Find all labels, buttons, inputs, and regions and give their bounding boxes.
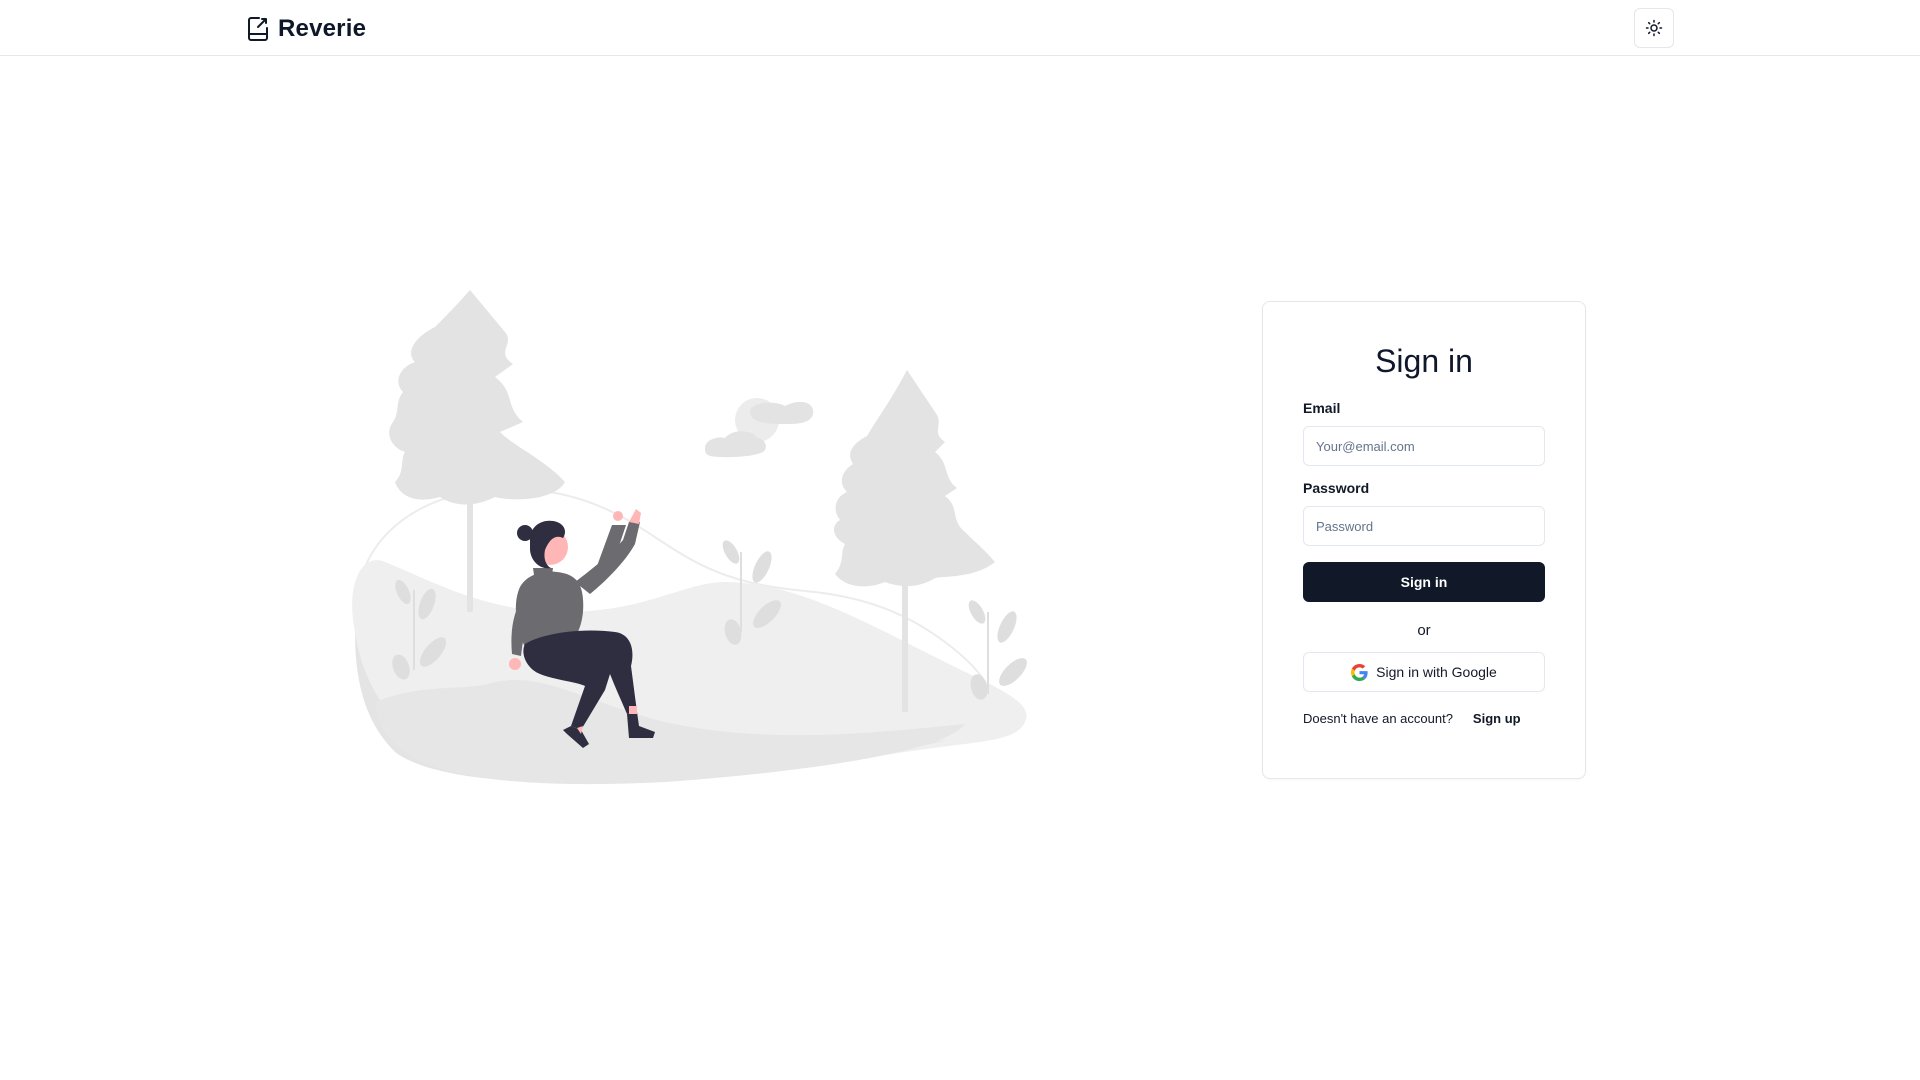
- signup-link[interactable]: Sign up: [1473, 711, 1521, 727]
- brand-logo-link[interactable]: Reverie: [246, 14, 366, 44]
- google-signin-button[interactable]: Sign in with Google: [1303, 652, 1545, 692]
- top-bar: Reverie: [0, 0, 1920, 56]
- signin-card: Sign in Email Password Sign in or Sign i…: [1262, 301, 1586, 779]
- theme-toggle-button[interactable]: [1634, 8, 1674, 48]
- signin-button[interactable]: Sign in: [1303, 562, 1545, 602]
- plant-right: [968, 600, 1027, 700]
- brand-name: Reverie: [278, 15, 367, 42]
- or-divider-text: or: [1417, 622, 1431, 639]
- cloud-top: [750, 401, 814, 424]
- signup-prompt: Doesn't have an account?: [1303, 711, 1453, 726]
- signup-row: Doesn't have an account? Sign up: [1303, 711, 1545, 727]
- signin-title: Sign in: [1375, 343, 1473, 379]
- sun-icon: [1645, 19, 1663, 37]
- forest-illustration: [345, 282, 1035, 794]
- password-input[interactable]: [1303, 506, 1545, 546]
- google-icon: [1351, 663, 1368, 681]
- woman-in-forest-illustration: [352, 290, 1027, 785]
- notebook-icon: [248, 17, 268, 41]
- email-input[interactable]: [1303, 426, 1545, 466]
- email-label: Email: [1303, 400, 1341, 416]
- google-signin-label: Sign in with Google: [1376, 664, 1497, 680]
- password-label: Password: [1303, 480, 1370, 496]
